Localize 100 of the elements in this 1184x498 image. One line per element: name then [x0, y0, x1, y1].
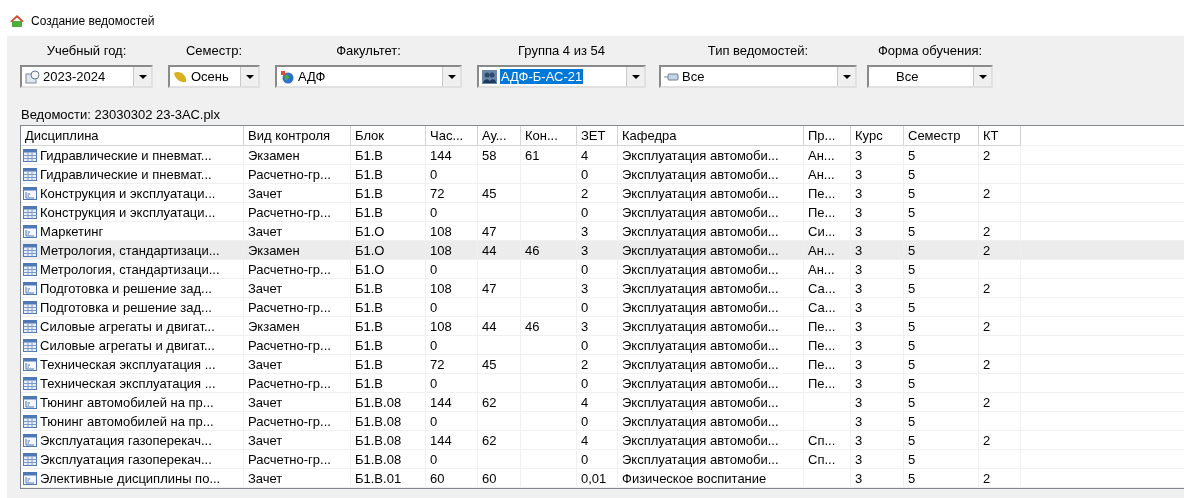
- table-row[interactable]: Тюнинг автомобилей на пр... Расчетно-гр... Б1.В.08 0 0 Эксплуатация автомоби... 3 5: [21, 412, 1184, 431]
- column-header[interactable]: Дисциплина: [21, 126, 244, 146]
- table-cell: Силовые агрегаты и двигат...: [40, 317, 215, 335]
- table-cell: 144: [430, 393, 452, 411]
- table-cell: 0: [430, 260, 438, 278]
- table-cell: Эксплуатация автомоби...: [622, 165, 779, 183]
- table-cell: 0: [581, 336, 589, 354]
- faculty-dropdown[interactable]: АДФ: [275, 65, 462, 88]
- table-cell: Б1.В.08: [355, 393, 402, 411]
- table-cell: 3: [855, 450, 863, 468]
- table-cell: 3: [581, 317, 589, 335]
- table-cell: Эксплуатация автомоби...: [622, 298, 779, 316]
- table-cell: Подготовка и решение зад...: [40, 279, 212, 297]
- column-header[interactable]: Час...: [426, 126, 478, 146]
- column-header[interactable]: Курс: [851, 126, 904, 146]
- table-row[interactable]: Эксплуатация газоперекач... Расчетно-гр... Б1.В.08 0 0 Эксплуатация автомоби... Сп... 3 5: [21, 450, 1184, 469]
- table-cell: 5: [908, 469, 916, 487]
- table-cell: Силовые агрегаты и двигат...: [40, 336, 215, 354]
- table-cell: 2: [581, 184, 589, 202]
- table-cell: Зачет: [248, 184, 283, 202]
- table-row[interactable]: Конструкция и эксплуатаци... Расчетно-гр... Б1.В 0 0 Эксплуатация автомоби... Пе... 3 5: [21, 203, 1184, 222]
- table-cell: Эксплуатация автомоби...: [622, 355, 779, 373]
- table-row[interactable]: Силовые агрегаты и двигат... Расчетно-гр... Б1.В 0 0 Эксплуатация автомоби... Пе... 3 5: [21, 336, 1184, 355]
- table-row[interactable]: Силовые агрегаты и двигат... Экзамен Б1.В 108 44 46 3 Эксплуатация автомоби... Пе... 3 5 2: [21, 317, 1184, 336]
- table-cell: Эксплуатация автомоби...: [622, 317, 779, 335]
- table-cell: 5: [908, 241, 916, 259]
- table-row[interactable]: Подготовка и решение зад... Зачет Б1.В 108 47 3 Эксплуатация автомоби... Са... 3 5 2: [21, 279, 1184, 298]
- table-cell: 2: [983, 279, 991, 297]
- table-row[interactable]: Техническая эксплуатация ... Зачет Б1.В 72 45 2 Эксплуатация автомоби... Пе... 3 5 2: [21, 355, 1184, 374]
- table-cell: Ан...: [808, 260, 835, 278]
- table-cell: Маркетинг: [40, 222, 104, 240]
- column-header[interactable]: Пр...: [804, 126, 851, 146]
- table-cell: Техническая эксплуатация ...: [40, 374, 216, 392]
- table-cell: Гидравлические и пневмат...: [40, 165, 212, 183]
- sheet-type-dropdown[interactable]: Все: [659, 65, 857, 88]
- table-cell: 0: [581, 450, 589, 468]
- table-cell: Гидравлические и пневмат...: [40, 146, 212, 164]
- table-cell: Эксплуатация автомоби...: [622, 336, 779, 354]
- year-dropdown[interactable]: 2023-2024: [20, 65, 153, 88]
- study-form-dropdown[interactable]: Все: [867, 65, 993, 88]
- table-cell: 0: [430, 412, 438, 430]
- table-row[interactable]: Тюнинг автомобилей на пр... Зачет Б1.В.08 144 62 4 Эксплуатация автомоби... 3 5 2: [21, 393, 1184, 412]
- table-cell: 47: [482, 222, 497, 240]
- table-cell: 4: [581, 393, 589, 411]
- table-row[interactable]: Метрология, стандартизаци... Расчетно-гр... Б1.О 0 0 Эксплуатация автомоби... Ан... 3 5: [21, 260, 1184, 279]
- table-cell: 3: [855, 222, 863, 240]
- table-cell: 5: [908, 165, 916, 183]
- table-cell: Б1.В: [355, 203, 384, 221]
- table-cell: Са...: [808, 279, 836, 297]
- table-cell: 72: [430, 355, 445, 373]
- column-header[interactable]: Блок: [351, 126, 426, 146]
- table-row[interactable]: Конструкция и эксплуатаци... Зачет Б1.В 72 45 2 Эксплуатация автомоби... Пе... 3 5 2: [21, 184, 1184, 203]
- table-cell: 62: [482, 431, 497, 449]
- table-cell: Си...: [808, 222, 836, 240]
- table-cell: 3: [855, 355, 863, 373]
- table-cell: 0: [581, 203, 589, 221]
- table-cell: Экзамен: [248, 317, 300, 335]
- semester-dropdown[interactable]: Осень: [168, 65, 260, 88]
- table-cell: Б1.О: [355, 260, 385, 278]
- table-cell: 0: [581, 298, 589, 316]
- column-header[interactable]: ЗЕТ: [577, 126, 618, 146]
- table-row[interactable]: Эксплуатация газоперекач... Зачет Б1.В.08 144 62 4 Эксплуатация автомоби... Сп... 3 5 2: [21, 431, 1184, 450]
- table-cell: Эксплуатация автомоби...: [622, 412, 779, 430]
- table-row[interactable]: Элективные дисциплины по... Зачет Б1.В.01 60 60 0,01 Физическое воспитание 3 5 2: [21, 469, 1184, 488]
- table-cell: 3: [855, 374, 863, 392]
- leaf-icon: [173, 69, 188, 84]
- table-cell: Эксплуатация газоперекач...: [40, 431, 212, 449]
- table-row[interactable]: Подготовка и решение зад... Расчетно-гр... Б1.В 0 0 Эксплуатация автомоби... Са... 3 5: [21, 298, 1184, 317]
- table-cell: 0: [430, 374, 438, 392]
- table-cell: 2: [983, 431, 991, 449]
- column-header[interactable]: Вид контроля: [244, 126, 351, 146]
- table-cell: 5: [908, 279, 916, 297]
- table-cell: Ан...: [808, 165, 835, 183]
- table-cell: 2: [581, 355, 589, 373]
- table-cell: Расчетно-гр...: [248, 203, 331, 221]
- table-cell: 5: [908, 355, 916, 373]
- table-row[interactable]: Гидравлические и пневмат... Расчетно-гр... Б1.В 0 0 Эксплуатация автомоби... Ан... 3 5: [21, 165, 1184, 184]
- table-cell: 60: [430, 469, 445, 487]
- table-row[interactable]: Гидравлические и пневмат... Экзамен Б1.В 144 58 61 4 Эксплуатация автомоби... Ан... 3 5 2: [21, 146, 1184, 165]
- table-cell: 5: [908, 374, 916, 392]
- table-cell: Эксплуатация автомоби...: [622, 450, 779, 468]
- column-header[interactable]: Семестр: [904, 126, 979, 146]
- table-cell: 3: [855, 298, 863, 316]
- column-header[interactable]: Ау...: [478, 126, 521, 146]
- table-cell: 4: [581, 146, 589, 164]
- column-header[interactable]: КТ: [979, 126, 1021, 146]
- table-cell: Пе...: [808, 336, 836, 354]
- table-cell: 0: [430, 165, 438, 183]
- table-cell: 0: [581, 412, 589, 430]
- table-cell: 2: [983, 184, 991, 202]
- table-cell: Тюнинг автомобилей на пр...: [40, 412, 214, 430]
- group-dropdown[interactable]: АДФ-Б-АС-21: [477, 65, 646, 88]
- table-cell: Зачет: [248, 431, 283, 449]
- table-cell: 0,01: [581, 469, 607, 487]
- table-cell: 2: [983, 222, 991, 240]
- table-row[interactable]: Техническая эксплуатация ... Расчетно-гр... Б1.В 0 0 Эксплуатация автомоби... Пе... 3 5: [21, 374, 1184, 393]
- column-header[interactable]: Кон...: [521, 126, 577, 146]
- table-cell: 46: [525, 317, 540, 335]
- table-row[interactable]: Метрология, стандартизаци... Экзамен Б1.О 108 44 46 3 Эксплуатация автомоби... Ан... 3 5 2: [21, 241, 1184, 260]
- column-header[interactable]: Кафедра: [618, 126, 804, 146]
